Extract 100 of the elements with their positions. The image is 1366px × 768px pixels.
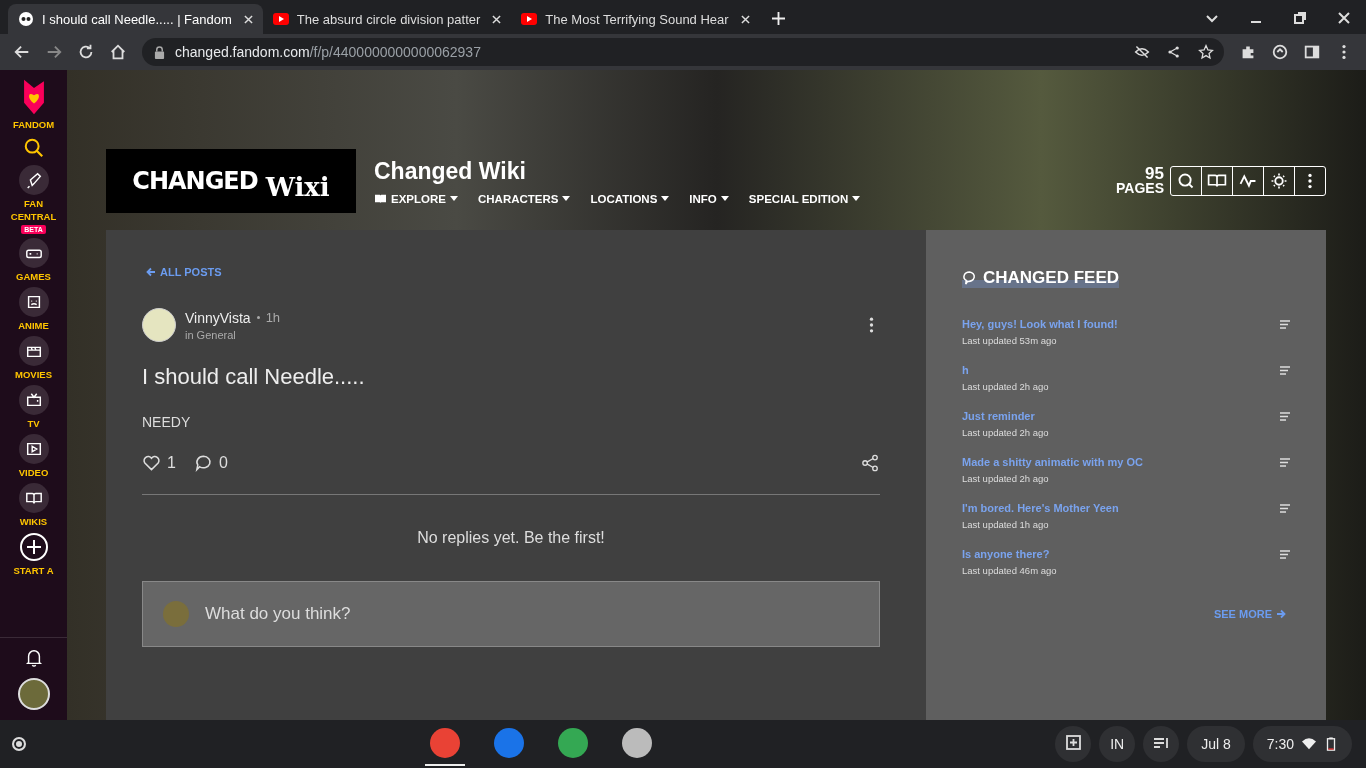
heart-icon[interactable]	[142, 454, 161, 472]
url-text: changed.fandom.com/f/p/4400000000000062937	[175, 44, 481, 60]
rail-label[interactable]: ANIME	[18, 319, 49, 332]
close-icon[interactable]	[740, 14, 750, 24]
feed-heading: CHANGED FEED	[983, 268, 1119, 288]
caret-down-icon	[720, 196, 729, 201]
last-updated-text: Last updated 2h ago	[962, 427, 1050, 438]
play-favicon-icon	[521, 11, 538, 27]
lines-icon[interactable]	[1280, 504, 1290, 513]
like-count: 1	[167, 454, 176, 472]
ghost-favicon-icon	[18, 11, 34, 27]
back-icon[interactable]	[13, 43, 31, 61]
browser-tab[interactable]: I should call Needle..... | Fandom	[8, 4, 263, 34]
forward-icon[interactable]	[45, 43, 63, 61]
reload-icon[interactable]	[77, 43, 95, 61]
plus-circle-icon[interactable]	[18, 532, 49, 562]
empty-replies-message: No replies yet. Be the first!	[416, 529, 606, 547]
nav-menu-item[interactable]: CHARACTERS	[477, 192, 571, 205]
lines-icon[interactable]	[1280, 458, 1290, 467]
browser-tab[interactable]: The absurd circle division patter	[262, 4, 512, 34]
more-icon[interactable]	[869, 316, 874, 334]
lines-icon[interactable]	[1280, 412, 1290, 421]
rail-label[interactable]: GAMES	[16, 270, 51, 283]
author-name[interactable]: VinnyVista	[185, 309, 251, 326]
rail-label[interactable]: VIDEO	[18, 466, 49, 479]
arrow-right-icon	[1276, 609, 1286, 619]
wifi-icon	[1302, 737, 1316, 751]
last-updated-text: Last updated 46m ago	[962, 565, 1058, 576]
input-method-indicator[interactable]: IN	[1099, 726, 1136, 762]
avatar-placeholder[interactable]	[17, 678, 50, 710]
arrow-left-icon	[146, 267, 156, 277]
last-updated-text: Last updated 2h ago	[962, 473, 1050, 484]
date-display[interactable]: Jul 8	[1187, 726, 1245, 762]
post-category[interactable]: in General	[185, 328, 281, 341]
launcher-icon[interactable]	[12, 737, 26, 751]
caret-down-icon	[449, 196, 458, 201]
reply-input-field[interactable]: What do you think?	[203, 603, 859, 625]
new-tab-icon[interactable]	[771, 12, 785, 25]
comment-count: 0	[218, 454, 228, 472]
caret-down-icon	[852, 196, 861, 201]
caret-down-icon	[562, 196, 571, 201]
wiki-title[interactable]: Changed Wiki	[374, 157, 861, 185]
speech-bubble-icon[interactable]	[193, 454, 213, 472]
rail-label[interactable]: START A	[13, 564, 54, 577]
tab-title: The absurd circle division patter	[296, 11, 481, 27]
gamepad-icon[interactable]	[18, 238, 49, 268]
tab-title: The Most Terrifying Sound Hear	[545, 11, 729, 27]
home-icon[interactable]	[109, 43, 127, 61]
separator-dot	[256, 316, 260, 319]
rail-label[interactable]: FAN CENTRAL	[3, 197, 64, 223]
rail-label[interactable]: WIKIS	[19, 515, 48, 528]
speech-bubble-icon	[962, 270, 977, 286]
last-updated-text: Last updated 1h ago	[962, 519, 1050, 530]
play-favicon-icon	[272, 11, 289, 27]
clapperboard-icon[interactable]	[18, 336, 49, 366]
last-updated-text: Last updated 53m ago	[962, 335, 1058, 346]
lock-icon	[154, 45, 165, 59]
side-panel-icon[interactable]	[1303, 43, 1321, 61]
playlist-icon[interactable]	[1143, 726, 1180, 762]
robot-face-icon[interactable]	[18, 287, 49, 317]
lines-icon[interactable]	[1280, 366, 1290, 375]
tv-icon[interactable]	[18, 385, 49, 415]
address-bar[interactable]: changed.fandom.com/f/p/4400000000000062937	[142, 38, 1224, 66]
restore-icon[interactable]	[1292, 10, 1308, 26]
rail-label[interactable]: TV	[27, 417, 40, 430]
post-time: 1h	[265, 310, 281, 325]
share-icon[interactable]	[1166, 44, 1182, 60]
book-icon[interactable]	[18, 483, 49, 513]
nav-menu-item[interactable]: EXPLORE	[374, 192, 458, 205]
nav-menu-item[interactable]: SPECIAL EDITION	[748, 192, 861, 205]
lines-icon[interactable]	[1280, 320, 1290, 329]
eye-slash-icon[interactable]	[1134, 44, 1150, 60]
clock-time: 7:30	[1266, 736, 1294, 752]
status-area[interactable]: 7:30	[1252, 726, 1352, 762]
rail-label[interactable]: MOVIES	[15, 368, 52, 381]
nav-menu-item[interactable]: INFO	[689, 192, 729, 205]
avatar-placeholder[interactable]	[142, 308, 176, 342]
nav-menu-item[interactable]: LOCATIONS	[590, 192, 670, 205]
avatar-placeholder	[163, 601, 189, 627]
brand-label: FANDOM	[12, 118, 55, 131]
close-icon[interactable]	[1336, 10, 1352, 26]
screenshot-icon[interactable]	[1055, 726, 1092, 762]
battery-icon	[1324, 737, 1338, 751]
tab-title: I should call Needle..... | Fandom	[42, 11, 232, 27]
reply-field[interactable]: What do you think?	[142, 581, 880, 647]
post-title: I should call Needle.....	[142, 364, 366, 390]
pages-label: PAGES	[1116, 181, 1164, 196]
all-posts-link[interactable]: ALL POSTS	[142, 266, 880, 278]
post-body: NEEDY	[142, 414, 192, 430]
browser-tab[interactable]: The Most Terrifying Sound Hear	[511, 4, 760, 34]
search-icon[interactable]	[22, 137, 45, 159]
star-icon[interactable]	[1198, 44, 1214, 60]
close-icon[interactable]	[492, 14, 502, 24]
play-icon[interactable]	[18, 434, 49, 464]
bell-icon[interactable]	[24, 648, 43, 668]
book-icon	[374, 193, 387, 204]
lines-icon[interactable]	[1280, 550, 1290, 559]
wiki-logo[interactable]: CHANGED Wixi	[106, 149, 356, 213]
close-icon[interactable]	[243, 14, 253, 24]
share-icon[interactable]	[861, 454, 880, 472]
